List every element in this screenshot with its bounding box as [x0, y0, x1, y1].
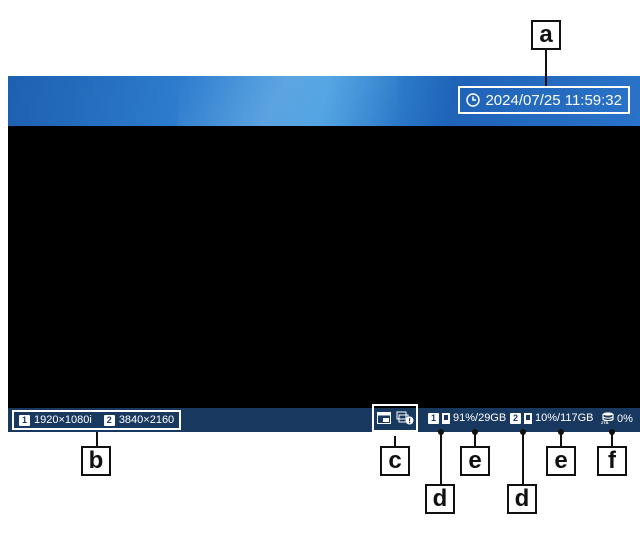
storage-usage: 0% — [617, 412, 633, 425]
sd-card-icon — [524, 412, 532, 424]
card-2-badge: 2 — [510, 412, 521, 424]
input-2-badge: 2 — [103, 414, 115, 426]
callout-d-card-1: d — [425, 484, 455, 514]
clock-icon — [466, 93, 481, 107]
storage-capacity-label: 2TB — [601, 420, 609, 425]
input-1-badge: 1 — [19, 414, 30, 426]
callout-c: c — [380, 446, 410, 476]
storage-icon: 2TB — [601, 412, 614, 425]
clock-display: 2024/07/25 11:59:32 — [458, 86, 630, 114]
callout-e-card-2: e — [546, 446, 576, 476]
sd-card-icon — [442, 412, 450, 424]
callout-b: b — [81, 446, 111, 476]
record-mode-icons — [372, 404, 418, 432]
card-1-badge: 1 — [428, 412, 439, 424]
datetime-text: 2024/07/25 11:59:32 — [485, 91, 622, 109]
network-info-icon — [396, 411, 413, 425]
card-1-usage: 91%/29GB — [453, 412, 507, 424]
input-1-resolution: 1920×1080i — [34, 414, 92, 426]
card-2-status: 2 10%/117GB — [510, 412, 594, 424]
video-preview — [8, 126, 640, 408]
callout-d-card-2: d — [507, 484, 537, 514]
input-resolution-group: 1 1920×1080i 2 3840×2160 — [12, 410, 182, 430]
card-2-usage: 10%/117GB — [535, 412, 594, 424]
display-mode-icon — [376, 412, 391, 424]
status-bar: 1 1920×1080i 2 3840×2160 1 91%/29GB 2 10… — [8, 404, 640, 432]
callout-f: f — [597, 446, 627, 476]
storage-status: 2TB 0% — [601, 412, 633, 425]
card-1-status: 1 91%/29GB — [428, 412, 506, 424]
callout-a: a — [531, 20, 561, 50]
callout-e-card-1: e — [460, 446, 490, 476]
input-2-resolution: 3840×2160 — [118, 414, 175, 426]
